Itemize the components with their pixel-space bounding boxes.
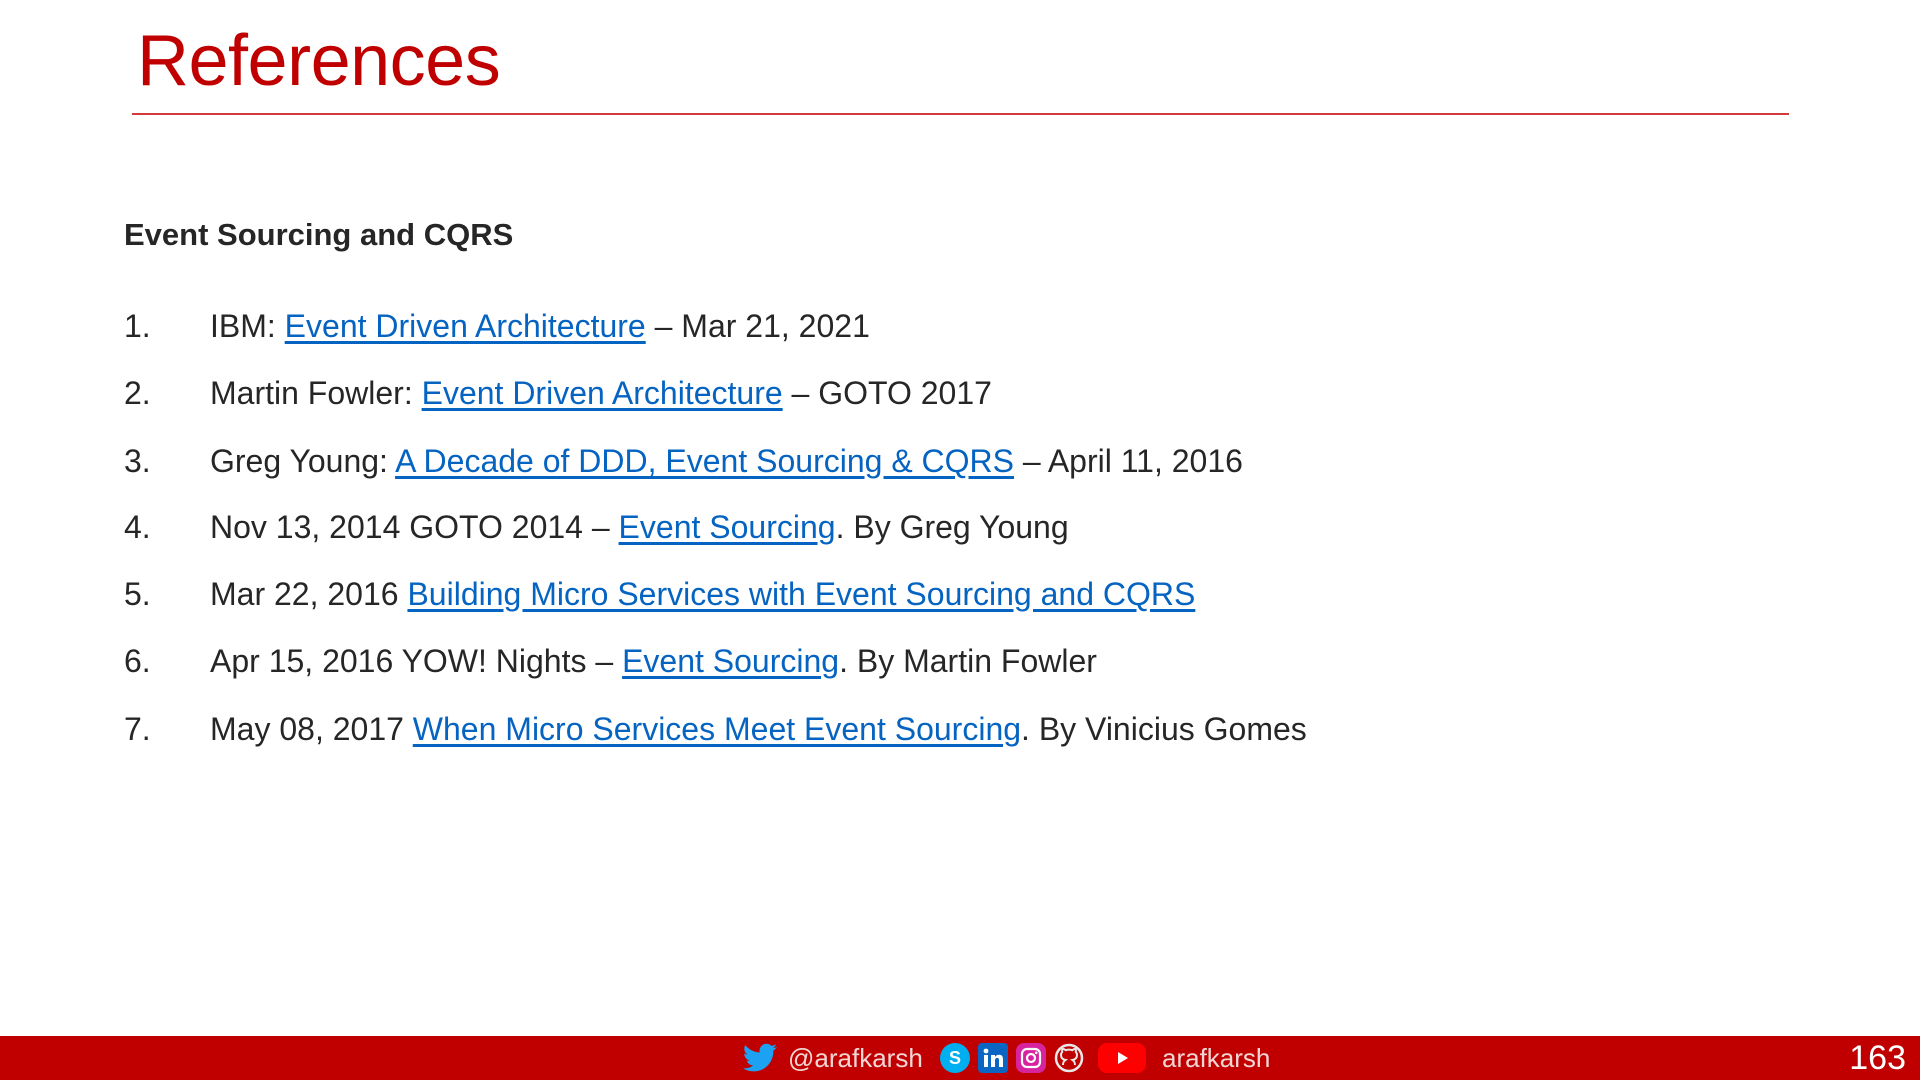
social-icons: S arafkarsh <box>940 1036 1270 1080</box>
reference-prefix: Apr 15, 2016 YOW! Nights – <box>210 643 623 679</box>
reference-suffix: – Mar 21, 2021 <box>645 308 870 344</box>
footer-bar: @arafkarsh S arafkarsh 163 <box>0 1036 1920 1080</box>
reference-link[interactable]: Event Sourcing <box>622 643 839 679</box>
reference-text: Martin Fowler: Event Driven Architecture… <box>210 373 992 413</box>
svg-text:S: S <box>949 1048 961 1068</box>
reference-prefix: Nov 13, 2014 GOTO 2014 – <box>210 509 619 545</box>
reference-link[interactable]: Event Sourcing <box>619 509 836 545</box>
reference-suffix: – GOTO 2017 <box>782 375 992 411</box>
reference-link[interactable]: When Micro Services Meet Event Sourcing <box>413 711 1021 747</box>
reference-text: IBM: Event Driven Architecture – Mar 21,… <box>210 306 870 346</box>
reference-number: 3. <box>124 443 151 479</box>
reference-prefix: May 08, 2017 <box>210 711 413 747</box>
twitter-handle: @arafkarsh <box>788 1042 923 1073</box>
reference-suffix: – April 11, 2016 <box>1014 443 1243 479</box>
reference-suffix: . By Martin Fowler <box>839 643 1097 679</box>
reference-prefix: Mar 22, 2016 <box>210 576 408 612</box>
twitter-icon[interactable] <box>742 1043 778 1073</box>
reference-number: 4. <box>124 509 151 545</box>
reference-text: May 08, 2017 When Micro Services Meet Ev… <box>210 709 1307 749</box>
linkedin-icon[interactable] <box>978 1043 1008 1073</box>
reference-number: 2. <box>124 375 151 411</box>
reference-link[interactable]: Event Driven Architecture <box>422 375 783 411</box>
reference-prefix: Martin Fowler: <box>210 375 422 411</box>
reference-number: 7. <box>124 711 151 747</box>
reference-link[interactable]: Building Micro Services with Event Sourc… <box>407 576 1195 612</box>
reference-suffix: . By Vinicius Gomes <box>1021 711 1307 747</box>
slide-title: References <box>137 21 501 101</box>
reference-number: 6. <box>124 643 151 679</box>
social-twitter[interactable]: @arafkarsh <box>742 1036 923 1080</box>
instagram-icon[interactable] <box>1016 1043 1046 1073</box>
youtube-icon[interactable] <box>1098 1043 1146 1073</box>
reference-link[interactable]: Event Driven Architecture <box>285 308 646 344</box>
reference-text: Mar 22, 2016 Building Micro Services wit… <box>210 574 1195 614</box>
reference-text: Apr 15, 2016 YOW! Nights – Event Sourcin… <box>210 641 1097 681</box>
reference-link[interactable]: A Decade of DDD, Event Sourcing & CQRS <box>395 443 1014 479</box>
skype-icon[interactable]: S <box>940 1043 970 1073</box>
reference-text: Nov 13, 2014 GOTO 2014 – Event Sourcing.… <box>210 507 1069 547</box>
reference-text: Greg Young: A Decade of DDD, Event Sourc… <box>210 441 1243 481</box>
github-icon[interactable] <box>1054 1043 1084 1073</box>
reference-prefix: IBM: <box>210 308 285 344</box>
reference-number: 1. <box>124 308 151 344</box>
reference-number: 5. <box>124 576 151 612</box>
reference-prefix: Greg Young: <box>210 443 396 479</box>
page-number: 163 <box>1849 1039 1906 1077</box>
reference-suffix: . By Greg Young <box>835 509 1069 545</box>
section-heading: Event Sourcing and CQRS <box>124 217 514 252</box>
channel-handle: arafkarsh <box>1162 1042 1271 1073</box>
title-divider <box>132 113 1789 115</box>
